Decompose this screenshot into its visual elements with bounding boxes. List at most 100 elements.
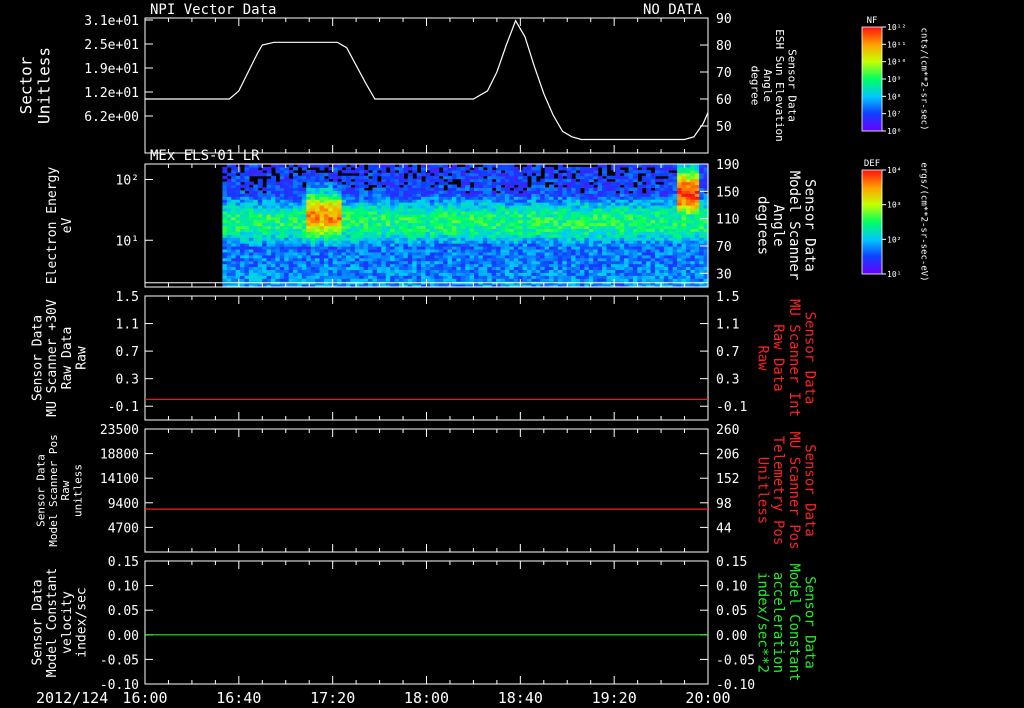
spectrogram-cell — [403, 184, 409, 189]
spectrogram-cell — [571, 166, 577, 171]
spectrogram-cell — [253, 184, 259, 189]
left-axis-title: Sensor Data Model Scanner Pos Raw unitless — [35, 434, 85, 547]
left-axis-title: SectorUnitless — [17, 47, 54, 124]
spectrogram-cell — [341, 169, 347, 174]
right-tick-label: 70 — [716, 66, 732, 81]
spectrogram-cell — [469, 187, 475, 191]
colorbar-tick-label: 10⁷ — [887, 110, 901, 119]
time-axis-label: 16:00 — [122, 689, 167, 707]
date-label: 2012/124 — [36, 689, 108, 707]
spectrogram-cell — [474, 166, 480, 171]
left-axis-title-line: unitless — [71, 464, 84, 517]
spectrogram-cell — [390, 164, 396, 168]
colorbar-unit-label: ergs/(cm**2-sr-sec-eV) — [919, 162, 929, 281]
spectrogram-cell — [301, 172, 307, 177]
spectrogram-cell — [323, 172, 329, 177]
panel-status: NO DATA — [643, 2, 703, 18]
spectrogram-cell — [637, 169, 643, 174]
spectrogram-cell — [429, 164, 435, 168]
right-axis-title-line: Raw — [754, 345, 770, 371]
spectrogram-cell — [628, 193, 634, 197]
right-axis-title-line: Telemetry Pos — [770, 436, 786, 546]
spectrogram-cell — [482, 178, 488, 183]
spectrogram-cell — [641, 175, 647, 180]
spectrogram-cell — [412, 178, 418, 183]
right-axis-title: Sensor DataModel ScannerAngledegrees — [754, 171, 817, 281]
right-tick-label: 0.00 — [716, 629, 747, 644]
spectrogram-cell — [226, 178, 232, 183]
spectrogram-cell — [562, 166, 568, 171]
spectrogram-cell — [341, 164, 347, 168]
left-axis-title-line: Raw — [74, 346, 89, 370]
left-axis-title-line: Electron Energy — [45, 167, 60, 285]
right-tick-label: 260 — [716, 423, 739, 438]
panel-title: MEx ELS-01 LR — [150, 148, 260, 164]
spectrogram-cell — [615, 193, 621, 197]
spectrogram-cell — [500, 172, 506, 177]
spectrogram-cell — [460, 166, 466, 171]
spectrogram-cell — [606, 181, 612, 186]
spectrogram-cell — [429, 175, 435, 180]
spectrogram-cell — [650, 190, 656, 194]
time-axis-label: 16:40 — [216, 689, 261, 707]
right-axis-title-line: Sensor Data — [802, 179, 818, 272]
spectrogram-cell — [500, 164, 506, 168]
left-axis-title-line: Raw — [59, 480, 72, 500]
spectrogram-cell — [610, 181, 616, 186]
right-axis-title-line: index/sec**2 — [754, 572, 770, 673]
spectrogram-cell — [398, 187, 404, 191]
spectrogram-cell — [266, 178, 272, 183]
spectrogram-cell — [240, 190, 246, 194]
spectrogram-cell — [248, 181, 254, 186]
spectrogram-cell — [235, 175, 241, 180]
left-tick-label: 0.10 — [108, 580, 139, 595]
spectrogram-cell — [231, 164, 237, 168]
right-tick-label: 80 — [716, 39, 732, 54]
right-tick-label: 110 — [716, 213, 739, 228]
spectrogram-cell — [610, 175, 616, 180]
left-tick-label: 1.5 — [116, 290, 139, 305]
spectrogram-cell — [641, 193, 647, 197]
spectrogram-cell — [438, 178, 444, 183]
spectrogram-cell — [694, 164, 700, 168]
spectrogram-cell — [593, 181, 599, 186]
left-axis-title-line: Raw Data — [60, 327, 75, 390]
panel-3: -0.10.30.71.11.5-0.10.30.71.11.5Sensor D… — [31, 290, 818, 421]
spectrogram-cell — [447, 184, 453, 189]
spectrogram-cell — [602, 178, 608, 183]
spectrogram-cell — [602, 164, 608, 168]
spectrogram-cell — [222, 175, 228, 180]
spectrogram-cell — [284, 166, 290, 171]
colorbar-tick-label: 10⁶ — [887, 127, 901, 136]
spectrogram-cell — [659, 164, 665, 168]
left-tick-label: 23500 — [100, 423, 139, 438]
colorbars: NF10¹²10¹¹10¹⁰10⁹10⁸10⁷10⁶cnts/(cm**2-sr… — [861, 16, 929, 282]
spectrogram-cell — [425, 172, 431, 177]
telemetry-figure: NPI Vector Data NO DATA3.1e+012.5e+011.9e… — [17, 2, 929, 707]
spectrogram-cell — [491, 169, 497, 174]
spectrogram-cell — [407, 172, 413, 177]
spectrogram-cell — [368, 164, 374, 168]
panel-frame — [144, 295, 709, 421]
left-axis-title-line: MU Scanner +30V — [45, 299, 60, 417]
spectrogram-cell — [244, 193, 250, 197]
spectrogram-cell — [275, 181, 281, 186]
spectrogram-cell — [381, 187, 387, 191]
left-tick-label: 1.9e+01 — [84, 62, 139, 77]
spectrogram-cell — [244, 164, 250, 168]
spectrogram-cell — [549, 166, 555, 171]
spectrogram-cell — [672, 172, 678, 177]
right-axis-title-line: Angle — [761, 69, 774, 102]
spectrogram-cell — [275, 164, 281, 168]
spectrogram-cell — [403, 178, 409, 183]
spectrogram-cell — [376, 172, 382, 177]
time-axis-label: 20:00 — [685, 689, 730, 707]
left-tick-label: 0.7 — [116, 345, 139, 360]
spectrogram-cell — [341, 175, 347, 180]
spectrogram-cell — [549, 184, 555, 189]
spectrogram-cell — [350, 187, 356, 191]
spectrogram-cell — [655, 164, 661, 168]
spectrogram-cell — [443, 164, 449, 168]
spectrogram-cell — [350, 181, 356, 186]
left-tick-label: 4700 — [108, 521, 139, 536]
